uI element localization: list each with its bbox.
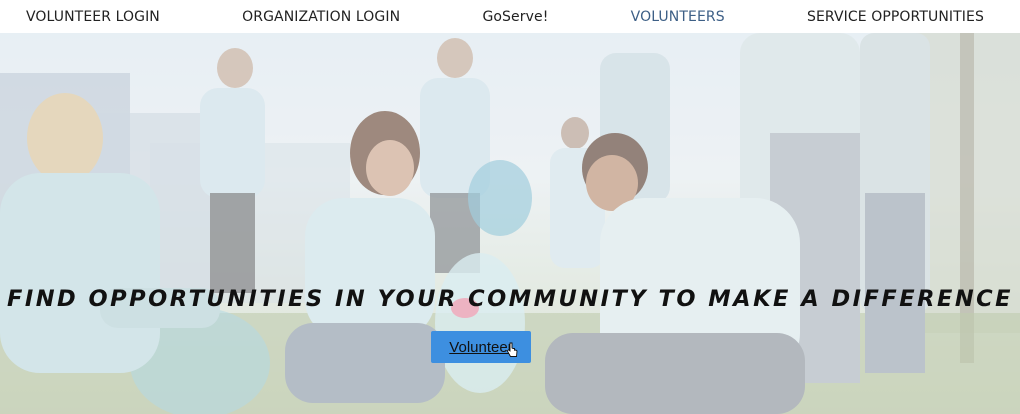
nav-service-opportunities[interactable]: SERVICE OPPORTUNITIES: [807, 9, 984, 25]
hero-headline: FIND OPPORTUNITIES IN YOUR COMMUNITY TO …: [6, 286, 1014, 312]
top-nav: VOLUNTEER LOGIN ORGANIZATION LOGIN GoSer…: [0, 0, 1020, 33]
nav-goserve[interactable]: GoServe!: [482, 9, 548, 25]
nav-volunteer-login[interactable]: VOLUNTEER LOGIN: [26, 9, 160, 25]
nav-volunteers[interactable]: VOLUNTEERS: [631, 9, 725, 25]
hand-pointer-icon: [506, 342, 518, 357]
nav-organization-login[interactable]: ORGANIZATION LOGIN: [242, 9, 400, 25]
